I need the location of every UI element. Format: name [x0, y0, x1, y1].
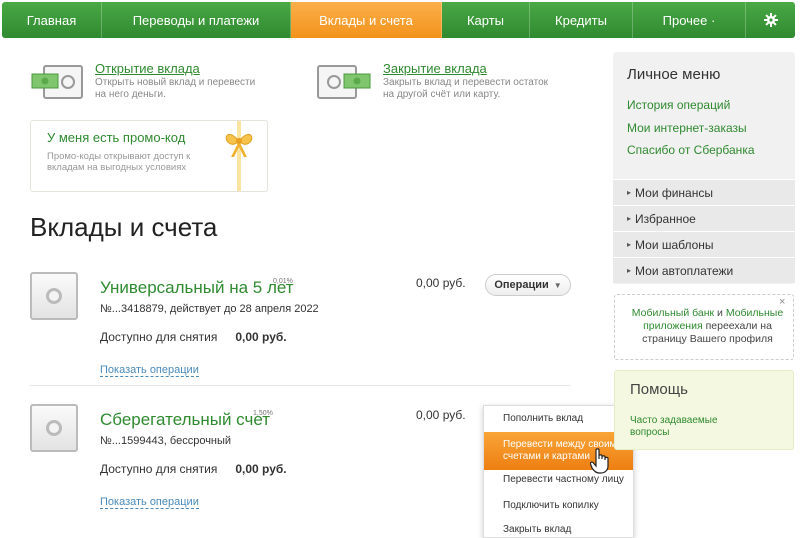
close-deposit-desc-1: Закрыть вклад и перевести остаток — [383, 77, 549, 88]
open-deposit-desc-2: на него деньги. — [95, 89, 166, 100]
open-deposit-desc-1: Открыть новый вклад и перевести — [95, 77, 256, 88]
deposit-amount: 0,00 руб. — [416, 276, 466, 290]
nav-item-transfers[interactable]: Переводы и платежи — [102, 2, 291, 38]
faq-link[interactable]: Часто задаваемые вопросы — [630, 415, 730, 439]
menu-section-label: Мои финансы — [635, 185, 713, 200]
close-deposit-desc-2: на другой счёт или карту. — [383, 89, 501, 100]
available-label: Доступно для снятия — [100, 330, 218, 344]
menu-item-transfer-person[interactable]: Перевести частному лицу — [484, 474, 633, 486]
top-navigation: Главная Переводы и платежи Вклады и счет… — [2, 2, 795, 38]
operations-button-label: Операции — [494, 279, 549, 291]
gift-bow-icon — [221, 121, 257, 191]
deposit-rate: 1,50% — [253, 410, 273, 417]
available-label: Доступно для снятия — [100, 462, 218, 476]
gear-icon[interactable] — [746, 2, 795, 38]
chevron-right-icon: ▸ — [627, 214, 632, 223]
deposit-name[interactable]: Универсальный на 5 лет — [100, 278, 294, 298]
deposit-item: Универсальный на 5 лет 0,01% №...3418879… — [30, 272, 571, 382]
internet-orders-link[interactable]: Мои интернет-заказы — [627, 121, 747, 135]
menu-section-favorites[interactable]: ▸ Избранное — [613, 205, 795, 231]
chevron-right-icon: ▸ — [627, 188, 632, 197]
nav-item-credits[interactable]: Кредиты — [530, 2, 633, 38]
deposit-amount: 0,00 руб. — [416, 408, 466, 422]
deposit-rate: 0,01% — [273, 278, 293, 285]
spasibo-link[interactable]: Спасибо от Сбербанка — [627, 143, 755, 157]
safe-icon — [30, 404, 78, 452]
open-deposit-link[interactable]: Открытие вклада — [95, 62, 255, 76]
menu-item-piggy-bank[interactable]: Подключить копилку — [484, 500, 633, 512]
deposit-number: №...1599443, бессрочный — [100, 435, 232, 447]
hand-cursor-icon — [589, 448, 610, 474]
history-link[interactable]: История операций — [627, 98, 730, 112]
nav-item-other[interactable]: Прочее · — [633, 2, 746, 38]
menu-section-label: Мои шаблоны — [635, 237, 714, 252]
divider — [30, 385, 570, 386]
open-deposit-action[interactable]: Открытие вклада Открыть новый вклад и пе… — [30, 62, 255, 102]
help-box: Помощь Часто задаваемые вопросы — [614, 370, 794, 450]
show-operations-link[interactable]: Показать операции — [100, 364, 199, 377]
menu-section-autopay[interactable]: ▸ Мои автоплатежи — [613, 257, 795, 283]
promo-code-link[interactable]: У меня есть промо-код — [47, 130, 185, 145]
notice-and: и — [714, 307, 726, 319]
help-title: Помощь — [630, 381, 688, 398]
menu-section-label: Мои автоплатежи — [635, 263, 734, 278]
nav-item-main[interactable]: Главная — [2, 2, 102, 38]
available-value: 0,00 руб. — [235, 330, 287, 344]
promo-code-card[interactable]: У меня есть промо-код Промо-коды открыва… — [30, 120, 268, 192]
deposit-name[interactable]: Сберегательный счет — [100, 410, 270, 430]
available-balance: Доступно для снятия 0,00 руб. — [100, 330, 287, 344]
mobile-bank-link[interactable]: Мобильный банк — [632, 307, 714, 319]
personal-menu: Личное меню История операций Мои интерне… — [613, 52, 795, 284]
deposit-number: №...3418879, действует до 28 апреля 2022 — [100, 303, 319, 315]
chevron-right-icon: ▸ — [627, 240, 632, 249]
promo-desc-2: вкладам на выгодных условиях — [47, 162, 187, 173]
menu-item-close-deposit[interactable]: Закрыть вклад — [484, 524, 633, 536]
show-operations-link[interactable]: Показать операции — [100, 496, 199, 509]
promo-desc-1: Промо-коды открывают доступ к — [47, 151, 191, 162]
operations-dropdown: Пополнить вклад Перевести между своими с… — [483, 405, 634, 538]
operations-button[interactable]: Операции ▼ — [485, 274, 571, 296]
menu-section-label: Избранное — [635, 211, 696, 226]
close-deposit-action[interactable]: Закрытие вклада Закрыть вклад и перевест… — [316, 62, 548, 102]
safe-icon — [30, 272, 78, 320]
chevron-right-icon: ▸ — [627, 266, 632, 275]
nav-item-cards[interactable]: Карты — [442, 2, 530, 38]
personal-menu-title: Личное меню — [627, 66, 721, 83]
close-deposit-link[interactable]: Закрытие вклада — [383, 62, 548, 76]
menu-item-top-up[interactable]: Пополнить вклад — [484, 413, 633, 425]
notice-text: Мобильный банк и Мобильные приложения пе… — [625, 307, 790, 346]
menu-section-finances[interactable]: ▸ Мои финансы — [613, 179, 795, 205]
menu-item-transfer-own[interactable]: Перевести между своими счетами и картами — [484, 432, 633, 470]
page-title: Вклады и счета — [30, 212, 218, 242]
menu-item-transfer-own-line2: счетами и картами — [503, 451, 590, 462]
open-deposit-icon — [30, 62, 86, 102]
available-balance: Доступно для снятия 0,00 руб. — [100, 462, 287, 476]
close-deposit-icon — [316, 62, 372, 102]
available-value: 0,00 руб. — [235, 462, 287, 476]
mobile-bank-notice: × Мобильный банк и Мобильные приложения … — [614, 294, 794, 360]
nav-item-deposits[interactable]: Вклады и счета — [291, 2, 442, 38]
chevron-down-icon: ▼ — [553, 280, 562, 290]
menu-section-templates[interactable]: ▸ Мои шаблоны — [613, 231, 795, 257]
